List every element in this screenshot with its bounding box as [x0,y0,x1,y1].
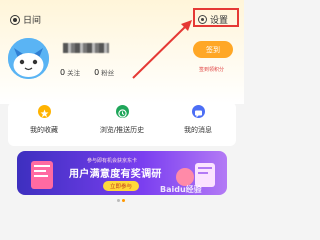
banner-title: 用户满意度有奖调研 [69,169,162,180]
sign-in-subtitle: 签到领积分 [199,67,225,73]
day-mode-icon [10,14,20,25]
star-icon [37,105,51,118]
day-mode-label: 日间 [23,16,42,26]
profile-stats: 0 关注 0 粉丝 [60,67,128,77]
clock-icon [115,105,129,118]
messages-label: 我的消息 [184,126,212,134]
favorites-button[interactable]: 我的收藏 [14,105,74,135]
following-stat[interactable]: 0 关注 [60,67,80,77]
sign-in-label: 签到 [206,45,220,54]
join-now-label: 立即参与 [109,184,132,190]
carousel-indicator [117,199,125,202]
watermark: Baidu经验 [160,185,202,194]
avatar[interactable] [8,38,49,79]
favorites-label: 我的收藏 [30,126,58,134]
messages-button[interactable]: 我的消息 [168,105,228,135]
join-now-button[interactable]: 立即参与 [103,181,139,191]
history-button[interactable]: 浏览/推送历史 [92,105,152,135]
followers-stat[interactable]: 0 粉丝 [94,67,114,77]
quick-actions-card: 我的收藏 浏览/推送历史 我的消息 [8,102,236,146]
carousel-dot-active [122,199,125,202]
annotation-highlight-box [193,8,239,27]
username-redacted [63,43,109,53]
sign-in-button[interactable]: 签到 [193,41,233,58]
day-mode-toggle[interactable]: 日间 [10,13,41,26]
carousel-dot [117,199,120,202]
history-label: 浏览/推送历史 [99,126,145,134]
banner-subtitle: 参与即有机会获京东卡 [87,158,138,164]
message-icon [191,105,205,118]
